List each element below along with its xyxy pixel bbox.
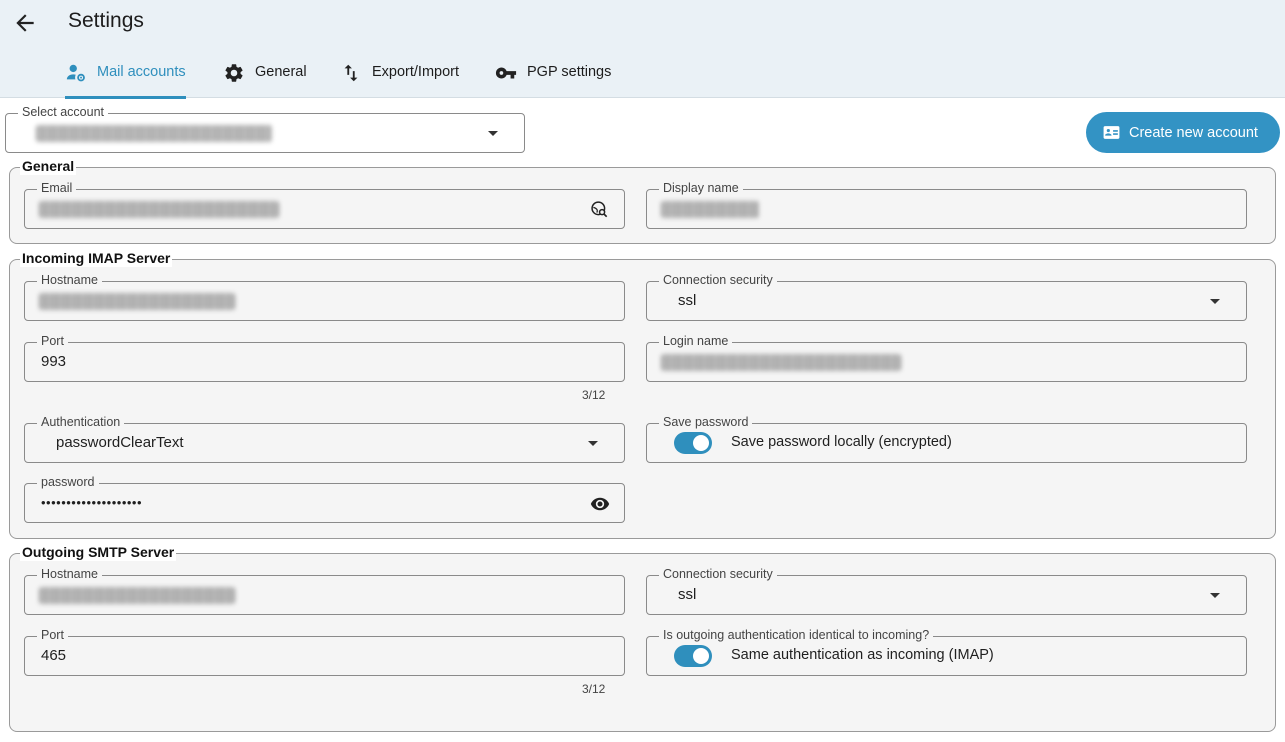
general-section: General Email Display name: [9, 158, 1276, 244]
tab-general[interactable]: General: [223, 58, 307, 98]
tab-label: PGP settings: [527, 64, 612, 80]
key-icon: [495, 67, 517, 79]
swap-vert-icon: [344, 64, 358, 82]
imap-password-field[interactable]: password ••••••••••••••••••••: [24, 475, 625, 523]
imap-password-value: ••••••••••••••••••••: [41, 495, 143, 510]
imap-security-select[interactable]: Connection security ssl: [646, 273, 1247, 321]
imap-port-value: 993: [41, 353, 67, 370]
imap-auth-label: Authentication: [37, 415, 125, 430]
back-arrow-icon[interactable]: [12, 10, 38, 36]
save-password-toggle[interactable]: [674, 432, 712, 454]
redacted-display-name-value: [661, 201, 759, 218]
redacted-email-value: [39, 201, 279, 218]
smtp-port-label: Port: [37, 628, 68, 643]
manage-accounts-icon: [66, 64, 85, 82]
smtp-hostname-field[interactable]: Hostname: [24, 567, 625, 615]
same-auth-toggle-label: Same authentication as incoming (IMAP): [731, 647, 994, 663]
redacted-account-value: [36, 125, 272, 142]
smtp-port-field[interactable]: Port 465: [24, 628, 625, 676]
imap-password-label: password: [37, 475, 99, 490]
imap-auth-select[interactable]: Authentication passwordClearText: [24, 415, 625, 463]
imap-security-label: Connection security: [659, 273, 777, 288]
tab-label: Mail accounts: [97, 64, 186, 80]
tab-label: General: [255, 64, 307, 80]
smtp-port-counter: 3/12: [582, 682, 606, 696]
imap-login-label: Login name: [659, 334, 733, 349]
imap-auth-value: passwordClearText: [56, 434, 184, 451]
email-lookup-icon[interactable]: [590, 200, 610, 220]
imap-save-password-field: Save password Save password locally (enc…: [646, 415, 1247, 463]
smtp-hostname-label: Hostname: [37, 567, 102, 582]
smtp-section: Outgoing SMTP Server Hostname Connection…: [9, 544, 1276, 732]
smtp-port-value: 465: [41, 647, 67, 664]
account-select[interactable]: Select account: [5, 105, 525, 153]
page-title: Settings: [68, 9, 144, 32]
imap-port-counter: 3/12: [582, 388, 606, 402]
smtp-security-value: ssl: [678, 586, 697, 603]
eye-icon[interactable]: [590, 494, 610, 514]
dropdown-arrow-icon[interactable]: [1210, 299, 1220, 304]
app-header: Settings Mail accounts General Export/Im…: [0, 0, 1285, 99]
imap-hostname-label: Hostname: [37, 273, 102, 288]
contact-card-icon: [1103, 126, 1120, 139]
tab-export-import[interactable]: Export/Import: [340, 58, 459, 98]
email-field[interactable]: Email: [24, 181, 625, 229]
imap-security-value: ssl: [678, 292, 697, 309]
dropdown-arrow-icon[interactable]: [1210, 593, 1220, 598]
tab-label: Export/Import: [372, 64, 460, 80]
smtp-same-auth-label: Is outgoing authentication identical to …: [659, 628, 934, 643]
same-auth-toggle[interactable]: [674, 645, 712, 667]
smtp-security-label: Connection security: [659, 567, 777, 582]
display-name-label: Display name: [659, 181, 743, 196]
imap-login-field[interactable]: Login name: [646, 334, 1247, 382]
account-select-label: Select account: [18, 105, 108, 120]
redacted-imap-login-value: [661, 354, 901, 371]
imap-hostname-field[interactable]: Hostname: [24, 273, 625, 321]
imap-port-label: Port: [37, 334, 68, 349]
dropdown-arrow-icon[interactable]: [488, 131, 498, 136]
create-account-button[interactable]: Create new account: [1086, 112, 1280, 153]
imap-port-field[interactable]: Port 993: [24, 334, 625, 382]
imap-section: Incoming IMAP Server Hostname Connection…: [9, 250, 1276, 539]
smtp-same-auth-field: Is outgoing authentication identical to …: [646, 628, 1247, 676]
imap-section-title: Incoming IMAP Server: [20, 250, 173, 267]
general-section-title: General: [20, 158, 77, 175]
redacted-smtp-hostname-value: [39, 587, 235, 604]
display-name-field[interactable]: Display name: [646, 181, 1247, 229]
gear-icon: [225, 64, 243, 82]
tab-pgp-settings[interactable]: PGP settings: [495, 58, 611, 98]
save-password-toggle-label: Save password locally (encrypted): [731, 434, 952, 450]
email-label: Email: [37, 181, 77, 196]
tab-mail-accounts[interactable]: Mail accounts: [65, 58, 186, 99]
dropdown-arrow-icon[interactable]: [588, 441, 598, 446]
redacted-imap-hostname-value: [39, 293, 235, 310]
imap-save-password-label: Save password: [659, 415, 753, 430]
smtp-security-select[interactable]: Connection security ssl: [646, 567, 1247, 615]
create-account-label: Create new account: [1129, 124, 1258, 141]
smtp-section-title: Outgoing SMTP Server: [20, 544, 177, 561]
